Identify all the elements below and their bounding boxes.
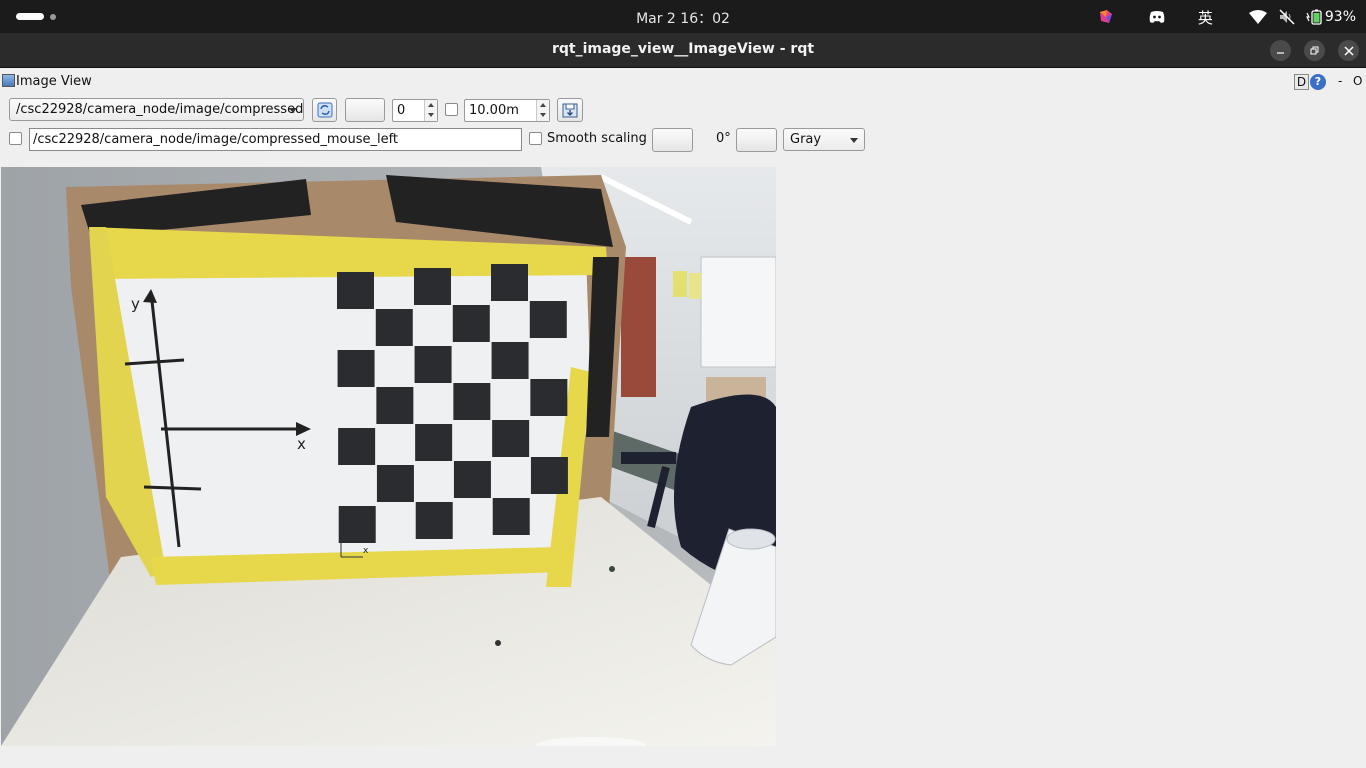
mouse-topic-input[interactable]: /csc22928/camera_node/image/compressed_m…: [29, 128, 522, 151]
battery-percent: 93%: [1324, 9, 1356, 25]
save-image-button[interactable]: [557, 98, 583, 122]
system-tray: 英 93%: [1098, 6, 1356, 28]
checker-square: [491, 342, 529, 379]
checker-square: [414, 268, 451, 305]
image-view-icon: [2, 74, 15, 87]
smooth-scaling-label: Smooth scaling: [547, 131, 647, 146]
camera-frame-image: y x y x: [1, 167, 776, 746]
chevron-down-icon: [850, 138, 858, 143]
save-icon: [562, 103, 578, 118]
checker-square: [529, 301, 567, 338]
topic-select[interactable]: /csc22928/camera_node/image/compressed: [9, 98, 304, 121]
checker-square: [376, 387, 414, 424]
checker-square: [415, 502, 453, 539]
battery-icon[interactable]: [1305, 9, 1323, 25]
checker-square: [492, 420, 530, 457]
dock-d-button[interactable]: D: [1294, 74, 1309, 90]
volume-muted-icon[interactable]: [1279, 9, 1295, 25]
spin-arrows-icon[interactable]: [536, 100, 549, 121]
checker-square: [491, 264, 528, 301]
checker-square: [338, 506, 376, 543]
dynamic-range-checkbox[interactable]: [445, 103, 458, 116]
discord-icon[interactable]: [1148, 10, 1166, 24]
zoom-fit-button[interactable]: [345, 98, 385, 122]
minimize-icon: [1277, 52, 1284, 54]
checker-square: [415, 424, 453, 461]
max-depth-value: 10.00m: [469, 103, 519, 118]
window-title: rqt_image_view__ImageView - rqt: [551, 41, 815, 57]
publish-mouse-checkbox[interactable]: [9, 132, 22, 145]
close-button[interactable]: [1338, 40, 1359, 61]
close-plugin-button[interactable]: O: [1353, 74, 1362, 88]
checker-square: [414, 346, 452, 383]
refresh-topics-button[interactable]: [312, 98, 337, 122]
smooth-scaling-checkbox[interactable]: [529, 132, 542, 145]
plugin-title: Image View: [16, 74, 92, 89]
rotation-label: 0°: [716, 131, 731, 146]
topic-select-value: /csc22928/camera_node/image/compressed: [16, 102, 304, 117]
refresh-icon: [317, 102, 332, 118]
checker-square: [530, 379, 568, 416]
rotate-right-button[interactable]: [736, 128, 777, 152]
camera-image-view[interactable]: y x y x: [1, 167, 776, 746]
mouse-topic-value: /csc22928/camera_node/image/compressed_m…: [33, 132, 399, 147]
restore-button[interactable]: [1304, 40, 1325, 61]
close-icon: [1343, 45, 1354, 56]
checker-square: [337, 272, 374, 309]
plugin-header: Image View: [0, 70, 1366, 94]
minimize-button[interactable]: [1270, 40, 1291, 61]
zoom-spinbox-value: 0: [397, 103, 406, 118]
system-top-bar: Mar 2 16：02 英 93%: [0, 0, 1366, 33]
zoom-spinbox[interactable]: 0: [392, 99, 438, 122]
wifi-icon[interactable]: [1248, 10, 1267, 24]
spin-arrows-icon[interactable]: [424, 100, 437, 121]
rotate-left-button[interactable]: [652, 128, 693, 152]
checker-square: [337, 350, 375, 387]
axis-y-label: y: [131, 295, 140, 313]
checker-square: [452, 305, 490, 342]
max-depth-spinbox[interactable]: 10.00m: [464, 99, 550, 122]
hide-button[interactable]: -: [1338, 74, 1342, 88]
restore-icon: [1310, 46, 1319, 55]
checker-square: [376, 465, 414, 502]
checker-square: [453, 461, 491, 498]
checker-square: [375, 309, 413, 346]
axis-x-label: x: [297, 435, 306, 453]
app-tray-icon[interactable]: [1098, 9, 1114, 25]
chevron-down-icon: [289, 108, 297, 113]
colormap-select-value: Gray: [790, 132, 822, 147]
window-title-bar[interactable]: rqt_image_view__ImageView - rqt: [0, 33, 1366, 68]
checker-square: [492, 498, 530, 535]
checker-square: [530, 457, 568, 494]
checker-square: [338, 428, 376, 465]
input-method-indicator[interactable]: 英: [1198, 6, 1213, 28]
checker-square: [453, 383, 491, 420]
small-x-label: x: [363, 546, 369, 556]
colormap-select[interactable]: Gray: [783, 128, 865, 151]
help-button[interactable]: ?: [1310, 74, 1326, 90]
